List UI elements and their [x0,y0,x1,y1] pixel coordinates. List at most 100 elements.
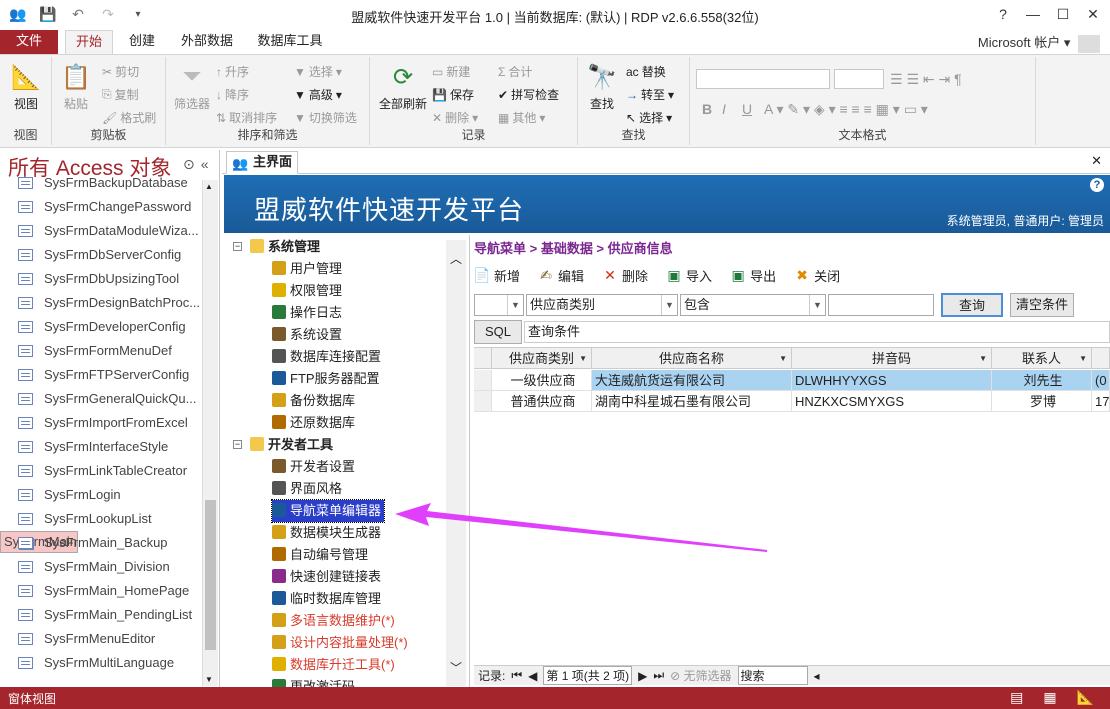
delete-record-button[interactable]: ✕ 删除 ▾ [432,109,478,126]
nav-object-item[interactable]: SysFrmLookupList [0,507,202,531]
export-button[interactable]: ▣ 导出 [730,262,776,288]
nav-object-item[interactable]: SysFrmMain_PendingList [0,603,202,627]
no-filter-indicator[interactable]: ⊘ 无筛选器 [670,667,731,684]
scroll-down-icon[interactable]: ▼ [205,675,213,684]
scroll-up-icon[interactable]: ▲ [205,182,213,191]
edit-button[interactable]: ✍ 编辑 [538,262,584,288]
scroll-down-icon[interactable]: ﹀ [450,659,462,676]
new-record-button[interactable]: ▭ 新建 [432,63,470,80]
paste-button[interactable]: 📋 粘贴 [58,61,94,112]
nav-object-item[interactable]: SysFrmDesignBatchProc... [0,291,202,315]
filter-button[interactable]: ⏷ 筛选器 [172,61,212,112]
nav-object-item[interactable]: SysFrmInterfaceStyle [0,435,202,459]
nav-object-item[interactable]: SysFrmMain_Division [0,555,202,579]
import-button[interactable]: ▣ 导入 [666,262,712,288]
sql-button[interactable]: SQL [474,320,522,344]
last-record-icon[interactable]: ⏭ [653,668,664,683]
nav-object-item[interactable]: SysFrmLinkTableCreator [0,459,202,483]
table-cell[interactable]: 大连威航货运有限公司 [592,370,792,391]
column-header[interactable]: 供应商类别 ▼ [492,348,592,369]
tree-item[interactable]: 操作日志 [272,302,342,324]
nav-object-item[interactable]: SysFrmMenuEditor [0,627,202,651]
datasheet-view-icon[interactable]: ▦ [1043,689,1056,706]
toggle-filter-button[interactable]: ▼ 切换筛选 [294,109,357,126]
help-icon[interactable]: ? [990,3,1016,25]
tree-item[interactable]: 数据模块生成器 [272,522,381,544]
collapse-toggle[interactable]: − [233,242,242,251]
row-selector[interactable] [474,370,492,391]
table-cell[interactable]: 普通供应商 [492,391,592,412]
nav-object-item[interactable]: SysFrmMain_Backup [0,531,202,555]
row-selector[interactable] [474,391,492,412]
close-button[interactable]: ✖ 关闭 [794,262,840,288]
tree-item[interactable]: 权限管理 [272,280,342,302]
tree-item-nav-menu-editor[interactable]: 导航菜单编辑器 [270,499,386,523]
next-record-icon[interactable]: ▶ [638,669,647,683]
clear-conditions-button[interactable]: 清空条件 [1010,293,1074,317]
close-icon[interactable]: ✕ [1091,153,1102,169]
format-painter-button[interactable]: 🖌 格式刷 [102,109,156,126]
record-position[interactable]: 第 1 项(共 2 项) [543,666,633,685]
tree-folder-system[interactable]: 系统管理 [250,236,320,258]
selection-button[interactable]: ▼ 选择 ▾ [294,63,342,80]
first-record-icon[interactable]: ⏮ [511,668,522,683]
tree-item[interactable]: 开发者设置 [272,456,355,478]
goto-button[interactable]: → 转至 ▾ [626,86,674,103]
view-button[interactable]: 📐 视图 [6,61,46,112]
search-value-input[interactable] [828,294,934,316]
tree-item[interactable]: 数据库连接配置 [272,346,381,368]
bold-button[interactable]: B [702,101,712,117]
query-button[interactable]: 查询 [941,293,1003,317]
logic-select[interactable]: ▼ [474,294,524,316]
scroll-thumb[interactable] [205,500,216,650]
sort-asc-button[interactable]: ↑ 升序 [216,63,249,80]
tab-external-data[interactable]: 外部数据 [176,30,238,54]
design-view-icon[interactable]: 📐 [1077,689,1094,706]
scroll-left-icon[interactable]: ◂ [814,669,820,683]
nav-object-item[interactable]: SysFrmImportFromExcel [0,411,202,435]
table-cell[interactable]: HNZKXCSMYXGS [792,391,992,412]
nav-object-item[interactable]: SysFrmDbUpsizingTool [0,267,202,291]
table-cell[interactable]: 湖南中科星城石墨有限公司 [592,391,792,412]
cut-button[interactable]: ✂ 剪切 [102,63,139,80]
tree-item[interactable]: 更改激活码 [272,676,355,687]
totals-button[interactable]: Σ 合计 [498,63,532,80]
nav-object-item[interactable]: SysFrmBackupDatabase [0,171,202,195]
table-cell[interactable]: 一级供应商 [492,370,592,391]
tree-item[interactable]: 快速创建链接表 [272,566,381,588]
delete-button[interactable]: ✕ 删除 [602,262,648,288]
nav-object-item[interactable]: SysFrmMain_HomePage [0,579,202,603]
nav-object-item[interactable]: SysFrmDeveloperConfig [0,315,202,339]
chevron-down-icon[interactable]: ▼ [779,348,787,369]
tab-database-tools[interactable]: 数据库工具 [252,30,328,54]
table-cell[interactable]: (0 [1092,370,1110,391]
font-size-select[interactable] [834,69,884,89]
copy-button[interactable]: ⎘ 复制 [102,86,139,103]
italic-button[interactable]: I [722,101,726,117]
tree-item[interactable]: 自动编号管理 [272,544,368,566]
account-button[interactable]: Microsoft 帐户 ▾ [978,32,1100,53]
font-name-select[interactable] [696,69,830,89]
select-button[interactable]: ↖ 选择 ▾ [626,109,672,126]
nav-object-item[interactable]: SysFrmFTPServerConfig [0,363,202,387]
search-box[interactable]: 搜索 [737,666,808,685]
form-view-icon[interactable]: ▤ [1010,689,1023,706]
table-cell[interactable]: 罗博 [992,391,1092,412]
nav-object-item[interactable]: SysFrmDbServerConfig [0,243,202,267]
table-cell[interactable]: 刘先生 [992,370,1092,391]
tab-main-form[interactable]: 👥 主界面 [226,151,298,174]
table-cell[interactable]: DLWHHYYXGS [792,370,992,391]
nav-object-item[interactable]: SysFrmGeneralQuickQu... [0,387,202,411]
tree-item[interactable]: 设计内容批量处理(*) [272,632,408,654]
tree-item[interactable]: 用户管理 [272,258,342,280]
field-select[interactable]: 供应商类别 ▼ [526,294,678,316]
chevron-down-icon[interactable]: ▼ [1079,348,1087,369]
nav-scrollbar[interactable]: ▲ ▼ [202,180,218,686]
column-header[interactable] [1092,348,1110,369]
tree-item[interactable]: 还原数据库 [272,412,355,434]
nav-object-item[interactable]: SysFrmDataModuleWiza... [0,219,202,243]
tab-file[interactable]: 文件 [0,30,58,54]
nav-object-item[interactable]: SysFrmChangePassword [0,195,202,219]
tree-scrollbar[interactable]: ︿ ﹀ [446,240,466,686]
sort-desc-button[interactable]: ↓ 降序 [216,86,249,103]
